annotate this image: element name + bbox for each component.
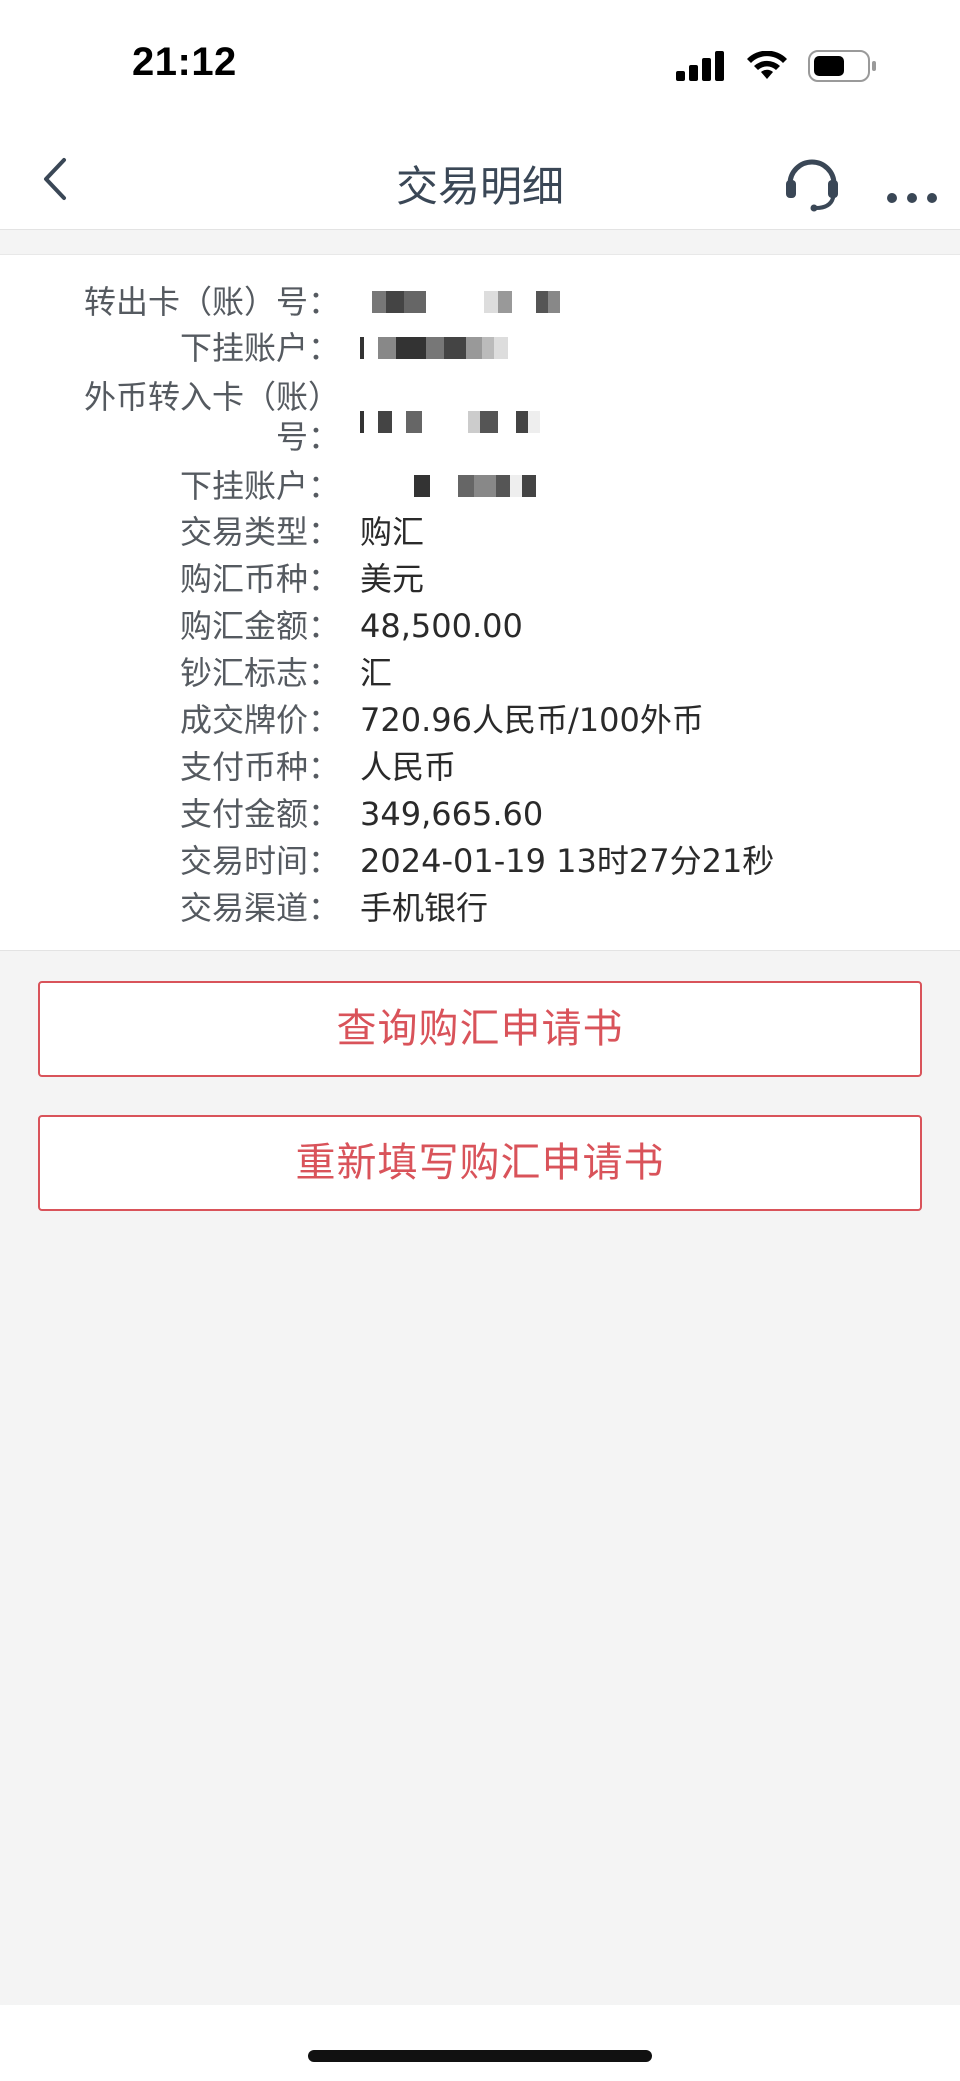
detail-row-pay-amount: 支付金额： 349,665.60 [0, 791, 960, 837]
detail-row-exchange-rate: 成交牌价： 720.96人民币/100外币 [0, 697, 960, 743]
nav-bar: 交易明细 [0, 128, 960, 230]
detail-row-transaction-type: 交易类型： 购汇 [0, 509, 960, 555]
detail-row-channel: 交易渠道： 手机银行 [0, 885, 960, 931]
detail-label: 外币转入卡（账） 号： [83, 378, 340, 456]
detail-value: 2024-01-19 13时27分21秒 [360, 842, 775, 880]
transaction-details: 转出卡（账）号： 下挂账户： 外币转入卡（账） 号： 下挂账户： 交易类型： 购… [0, 254, 960, 951]
detail-value: 购汇 [360, 513, 425, 551]
detail-label: 交易类型： [179, 513, 340, 551]
detail-row-purchase-amount: 购汇金额： 48,500.00 [0, 603, 960, 649]
detail-label: 购汇币种： [179, 560, 340, 598]
detail-row-pay-currency: 支付币种： 人民币 [0, 744, 960, 790]
detail-row-transaction-time: 交易时间： 2024-01-19 13时27分21秒 [0, 838, 960, 884]
detail-value: 人民币 [360, 748, 457, 786]
detail-value: 手机银行 [360, 889, 489, 927]
detail-row-out-card: 转出卡（账）号： [0, 279, 960, 325]
detail-value: 349,665.60 [360, 795, 544, 833]
detail-label: 支付币种： [179, 748, 340, 786]
bottom-safe-area [0, 2005, 960, 2081]
query-application-button[interactable]: 查询购汇申请书 [38, 981, 922, 1077]
refill-application-button[interactable]: 重新填写购汇申请书 [38, 1115, 922, 1211]
detail-label: 转出卡（账）号： [83, 283, 340, 321]
battery-icon [808, 50, 876, 82]
wifi-icon [747, 51, 787, 79]
status-bar: 21:12 [0, 0, 960, 128]
detail-label: 交易渠道： [179, 889, 340, 927]
detail-row-in-card: 外币转入卡（账） 号： [0, 377, 960, 461]
detail-label: 成交牌价： [179, 701, 340, 739]
home-indicator[interactable] [308, 2050, 652, 2062]
status-time: 21:12 [132, 40, 237, 84]
detail-label: 钞汇标志： [179, 654, 340, 692]
detail-value: 48,500.00 [360, 607, 523, 645]
detail-label: 购汇金额： [179, 607, 340, 645]
detail-value: 汇 [360, 654, 393, 692]
headset-icon[interactable] [780, 148, 844, 212]
detail-row-cash-remit-flag: 钞汇标志： 汇 [0, 650, 960, 696]
masked-value [360, 325, 508, 371]
masked-value [400, 463, 536, 509]
detail-row-purchase-currency: 购汇币种： 美元 [0, 556, 960, 602]
masked-value [360, 399, 540, 445]
detail-label: 下挂账户： [179, 329, 340, 367]
detail-value: 美元 [360, 560, 425, 598]
detail-row-linked-account-2: 下挂账户： [0, 463, 960, 509]
detail-row-linked-account: 下挂账户： [0, 325, 960, 371]
detail-label: 支付金额： [179, 795, 340, 833]
detail-label: 下挂账户： [179, 467, 340, 505]
detail-value: 720.96人民币/100外币 [360, 701, 704, 739]
page: 21:12 交易明细 转出卡（账）号： 下挂账户： 外币转入卡（账） 号： 下挂… [0, 0, 960, 2081]
status-icons [676, 46, 878, 86]
more-horizontal-icon[interactable] [884, 148, 940, 212]
masked-value [372, 279, 560, 325]
detail-label: 交易时间： [179, 842, 340, 880]
signal-icon [676, 51, 724, 81]
